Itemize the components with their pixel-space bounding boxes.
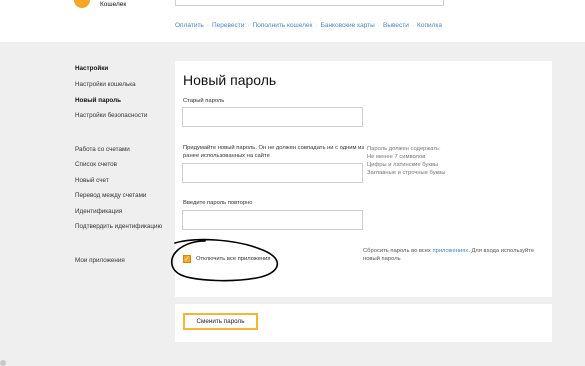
old-password-label: Старый пароль bbox=[183, 98, 225, 104]
sidebar-item-wallet-settings[interactable]: Настройки кошелька bbox=[75, 81, 136, 88]
nav-separator: · bbox=[377, 22, 380, 29]
sidebar-item-new-password[interactable]: Новый пароль bbox=[75, 97, 121, 104]
main-nav: Оплатить · Перевести · Пополнить кошелек · Бан… bbox=[175, 22, 442, 29]
sidebar-item-new-account[interactable]: Новый счет bbox=[75, 177, 109, 184]
yandex-money-logo-icon[interactable] bbox=[74, 0, 90, 8]
top-header: Кошелек Оплатить · Перевести · Пополнить кош… bbox=[0, 0, 585, 42]
sidebar-item-identification[interactable]: Идентификация bbox=[75, 208, 122, 215]
nav-separator: · bbox=[411, 22, 415, 29]
sidebar-item-security-settings[interactable]: Настройки безопасности bbox=[75, 112, 147, 119]
hint-line: Пароль должен содержать: bbox=[367, 146, 441, 152]
sidebar-item-confirm-identification[interactable]: Подтвердить идентификацию bbox=[75, 223, 162, 230]
nav-topup[interactable]: Пополнить кошелек bbox=[253, 22, 313, 29]
submit-card: Сменить пароль bbox=[175, 304, 552, 342]
repeat-password-label: Введите пароль повторно bbox=[183, 200, 253, 206]
nav-withdraw[interactable]: Вывести bbox=[383, 22, 409, 29]
page-title: Новый пароль bbox=[183, 72, 277, 88]
nav-separator: · bbox=[247, 22, 250, 29]
old-password-input[interactable] bbox=[182, 107, 363, 127]
sidebar-item-accounts[interactable]: Работа со счетами bbox=[75, 146, 130, 153]
new-password-label-line2: ранее использованных на сайте bbox=[183, 153, 270, 159]
sidebar-item-account-list[interactable]: Список счетов bbox=[75, 161, 117, 168]
nav-pay[interactable]: Оплатить bbox=[175, 22, 204, 29]
reset-password-note: Сбросить пароль во всех приложениях. Для… bbox=[363, 247, 543, 263]
nav-separator: · bbox=[315, 22, 318, 29]
search-input[interactable] bbox=[175, 0, 444, 6]
change-password-button[interactable]: Сменить пароль bbox=[183, 313, 258, 330]
sidebar-heading-settings: Настройки bbox=[75, 65, 109, 72]
corner-indicator bbox=[0, 360, 6, 366]
nav-bank-cards[interactable]: Банковские карты bbox=[321, 22, 375, 29]
hand-drawn-scribble bbox=[170, 238, 279, 282]
hint-line: Не менее 7 символов bbox=[367, 154, 426, 160]
new-password-input[interactable] bbox=[182, 163, 363, 183]
apps-link[interactable]: приложениях bbox=[432, 248, 468, 254]
nav-separator: · bbox=[206, 22, 209, 29]
repeat-password-input[interactable] bbox=[182, 210, 363, 230]
password-requirements-hint: Пароль должен содержать: Не менее 7 симв… bbox=[367, 145, 445, 177]
logo-text[interactable]: Кошелек bbox=[100, 1, 126, 8]
sidebar-item-my-apps[interactable]: Мои приложения bbox=[75, 257, 125, 264]
hint-line: Цифры и латинские буквы bbox=[367, 162, 439, 168]
nav-piggy-bank[interactable]: Копилка bbox=[417, 22, 442, 29]
nav-transfer[interactable]: Перевести bbox=[212, 22, 244, 29]
reset-note-text: Сбросить пароль во всех bbox=[363, 248, 433, 254]
sidebar-item-transfer-between-accounts[interactable]: Перевод между счетами bbox=[75, 192, 146, 199]
hint-line: Заглавные и строчные буквы bbox=[367, 170, 446, 176]
new-password-label: Придумайте новый пароль. Он не должен со… bbox=[183, 145, 365, 151]
